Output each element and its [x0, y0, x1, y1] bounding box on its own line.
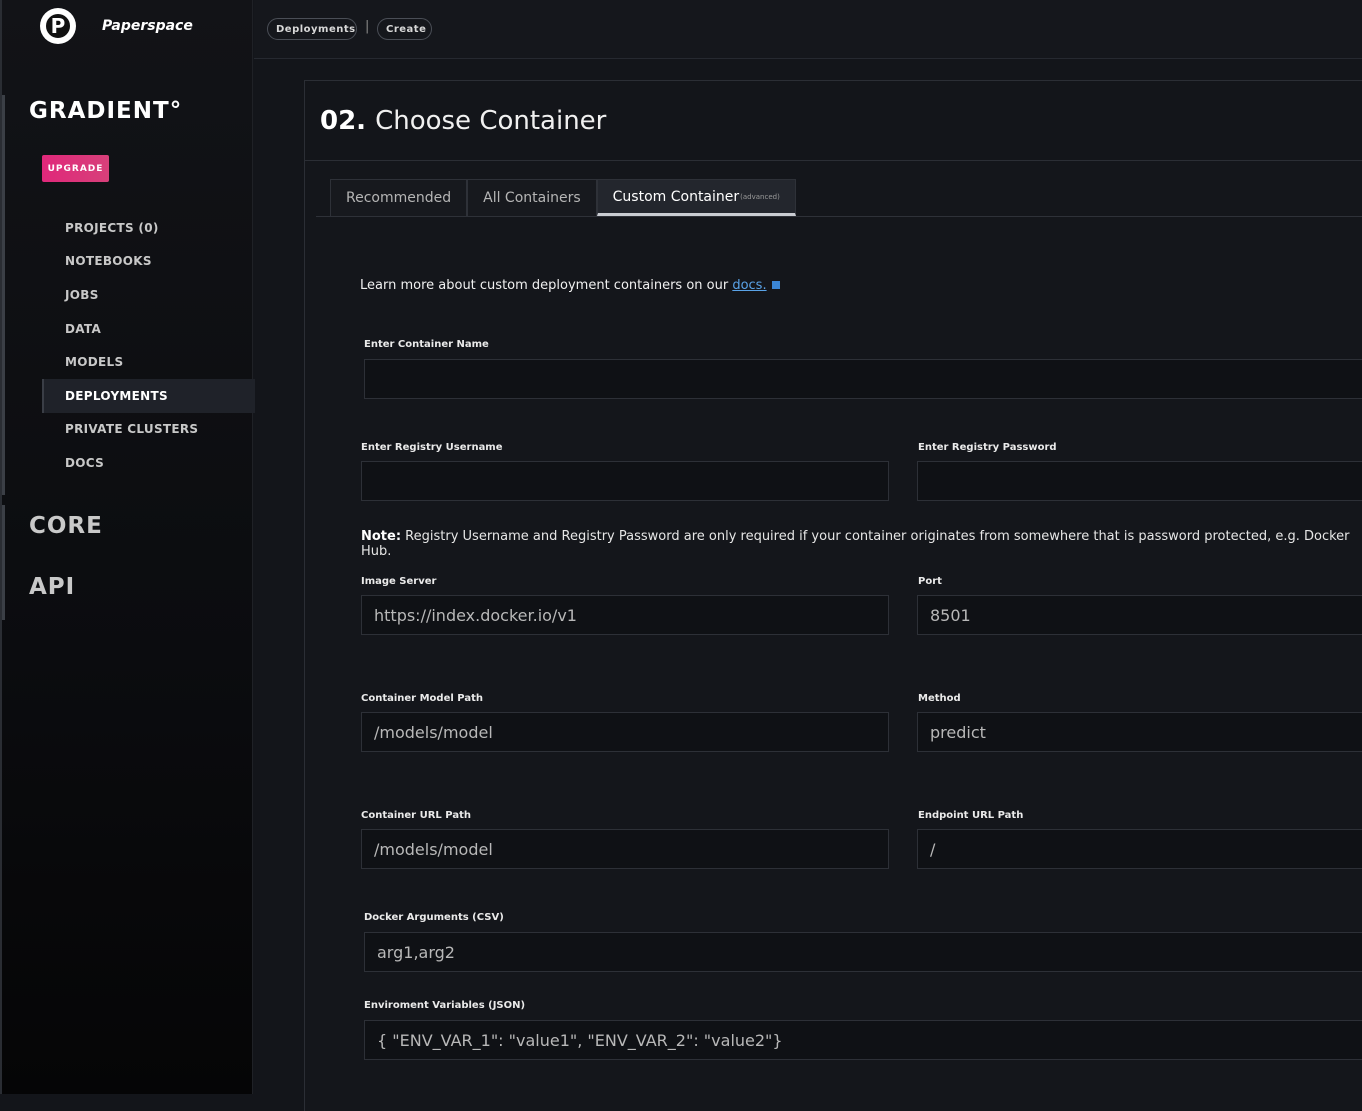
note-label: Note: — [361, 529, 402, 544]
sidebar-item-private-clusters[interactable]: PRIVATE CLUSTERS — [42, 413, 255, 447]
tab-recommended[interactable]: Recommended — [330, 179, 468, 216]
sidebar-item-data[interactable]: DATA — [42, 312, 255, 346]
registry-password-input[interactable] — [917, 461, 1362, 501]
intro-copy: Learn more about custom deployment conta… — [360, 278, 733, 293]
sidebar-item-projects[interactable]: PROJECTS (0) — [42, 211, 255, 245]
container-name-input[interactable] — [364, 359, 1362, 399]
env-vars-input[interactable]: { "ENV_VAR_1": "value1", "ENV_VAR_2": "v… — [364, 1020, 1362, 1060]
url-path-input[interactable]: /models/model — [361, 829, 889, 869]
method-input[interactable]: predict — [917, 712, 1362, 752]
sidebar-item-models[interactable]: MODELS — [42, 345, 255, 379]
endpoint-url-path-label: Endpoint URL Path — [918, 810, 1024, 821]
registry-username-input[interactable] — [361, 461, 889, 501]
image-server-input[interactable]: https://index.docker.io/v1 — [361, 595, 889, 635]
image-server-label: Image Server — [361, 576, 437, 587]
sidebar-accent — [2, 95, 5, 495]
tab-custom-container-label: Custom Container — [612, 188, 740, 205]
container-name-label: Enter Container Name — [364, 339, 489, 350]
external-link-icon[interactable] — [771, 281, 780, 289]
sidebar-item-notebooks[interactable]: NOTEBOOKS — [42, 245, 255, 279]
sidebar-nav: PROJECTS (0) NOTEBOOKS JOBS DATA MODELS … — [42, 211, 255, 480]
method-label: Method — [918, 693, 961, 704]
upgrade-button[interactable]: UPGRADE — [42, 155, 109, 182]
brand[interactable]: P Paperspace — [40, 8, 193, 44]
breadcrumb-deployments[interactable]: Deployments — [267, 18, 357, 40]
step-title: Choose Container — [375, 105, 607, 136]
tab-all-containers[interactable]: All Containers — [467, 179, 597, 216]
port-input[interactable]: 8501 — [917, 595, 1362, 635]
sidebar-item-jobs[interactable]: JOBS — [42, 278, 255, 312]
breadcrumb-separator: | — [365, 19, 370, 34]
note-text: Registry Username and Registry Password … — [361, 529, 1350, 559]
intro-text: Learn more about custom deployment conta… — [360, 278, 780, 293]
sidebar: P Paperspace GRADIENT° UPGRADE PROJECTS … — [0, 0, 255, 1094]
registry-note: Note: Registry Username and Registry Pas… — [361, 529, 1362, 559]
step-number: 02. — [320, 105, 367, 136]
tab-bar-divider — [316, 216, 1362, 217]
sidebar-accent — [2, 505, 5, 620]
tab-custom-container[interactable]: Custom Container (advanced) — [596, 179, 796, 216]
sidebar-item-deployments[interactable]: DEPLOYMENTS — [42, 378, 255, 413]
brand-name: Paperspace — [102, 18, 193, 34]
docs-link[interactable]: docs. — [732, 278, 766, 293]
docker-args-input[interactable]: arg1,arg2 — [364, 932, 1362, 972]
breadcrumb-create[interactable]: Create — [377, 18, 432, 40]
model-path-input[interactable]: /models/model — [361, 712, 889, 752]
env-vars-label: Enviroment Variables (JSON) — [364, 1000, 526, 1011]
url-path-label: Container URL Path — [361, 810, 471, 821]
container-tabs: Recommended All Containers Custom Contai… — [330, 179, 796, 216]
paperspace-logo-icon: P — [40, 8, 76, 44]
docker-args-label: Docker Arguments (CSV) — [364, 912, 504, 923]
model-path-label: Container Model Path — [361, 693, 483, 704]
port-label: Port — [918, 576, 942, 587]
top-bar: Deployments | Create — [254, 0, 1362, 59]
section-core[interactable]: CORE — [29, 513, 103, 539]
logo-letter: P — [44, 12, 72, 40]
section-api[interactable]: API — [29, 574, 75, 600]
endpoint-url-path-input[interactable]: / — [917, 829, 1362, 869]
step-header: 02. Choose Container — [305, 81, 1362, 161]
sidebar-item-docs[interactable]: DOCS — [42, 446, 255, 480]
tab-advanced-tag: (advanced) — [740, 192, 780, 201]
registry-username-label: Enter Registry Username — [361, 442, 503, 453]
registry-password-label: Enter Registry Password — [918, 442, 1057, 453]
product-title[interactable]: GRADIENT° — [29, 98, 182, 124]
